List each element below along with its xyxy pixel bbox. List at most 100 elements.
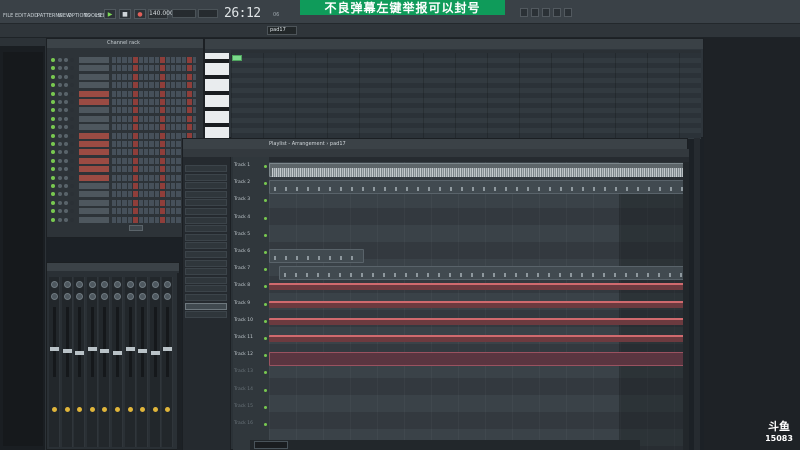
track-mute-led[interactable] — [264, 165, 267, 168]
channel-target-box[interactable] — [70, 150, 74, 155]
pattern-picker-item[interactable] — [185, 268, 227, 276]
channel-row[interactable] — [49, 191, 199, 198]
track-mute-led[interactable] — [264, 251, 267, 254]
channel-volume-knob[interactable] — [64, 133, 68, 138]
mixer-fader-track[interactable] — [103, 307, 107, 377]
channel-row[interactable] — [49, 141, 199, 148]
mixer-fader-handle[interactable] — [163, 347, 173, 351]
channel-volume-knob[interactable] — [64, 83, 68, 88]
channel-enable-led[interactable] — [51, 209, 55, 214]
track-label[interactable]: Track 9 — [234, 301, 260, 306]
channel-row[interactable] — [49, 183, 199, 190]
channel-name-button[interactable] — [79, 191, 109, 198]
channel-volume-knob[interactable] — [64, 217, 68, 222]
mixer-pan-knob[interactable] — [151, 281, 159, 288]
channel-pan-knob[interactable] — [58, 100, 62, 104]
stop-button[interactable]: ■ — [119, 9, 131, 19]
piano-keyboard[interactable] — [205, 53, 229, 139]
mixer-fader-track[interactable] — [116, 307, 119, 377]
channel-row[interactable] — [49, 99, 199, 106]
mixer-fader-handle[interactable] — [50, 347, 59, 351]
channel-enable-led[interactable] — [51, 116, 55, 121]
channel-target-box[interactable] — [70, 66, 74, 71]
track-label[interactable]: Track 11 — [234, 335, 260, 340]
channel-row[interactable] — [49, 199, 199, 207]
pattern-picker-item[interactable] — [185, 259, 227, 267]
mixer-window-icon[interactable] — [553, 8, 561, 17]
channel-enable-led[interactable] — [51, 167, 55, 172]
channel-pan-knob[interactable] — [58, 158, 62, 163]
channel-row[interactable] — [49, 82, 199, 89]
channel-volume-knob[interactable] — [64, 184, 68, 188]
channel-enable-led[interactable] — [51, 142, 55, 146]
track-mute-led[interactable] — [264, 337, 267, 340]
channel-target-box[interactable] — [70, 116, 74, 121]
track-mute-led[interactable] — [264, 319, 267, 323]
mixer-insert-strip[interactable] — [86, 277, 98, 447]
channel-name-button[interactable] — [79, 107, 109, 114]
mixer-pan-knob[interactable] — [76, 281, 84, 288]
channel-target-box[interactable] — [70, 74, 74, 79]
pattern-picker-item[interactable] — [185, 251, 227, 258]
automation-clip[interactable] — [269, 283, 689, 291]
mixer-fader-handle[interactable] — [100, 349, 110, 353]
channel-row[interactable] — [49, 216, 199, 224]
mixer-route-led[interactable] — [52, 407, 57, 412]
channel-volume-knob[interactable] — [64, 74, 68, 79]
mixer-stereo-knob[interactable] — [114, 293, 121, 300]
channel-target-box[interactable] — [70, 133, 74, 138]
channel-pan-knob[interactable] — [58, 142, 62, 146]
channel-row[interactable] — [49, 132, 199, 140]
channel-volume-knob[interactable] — [64, 150, 68, 155]
track-label[interactable]: Track 12 — [234, 352, 260, 357]
mixer-insert-strip[interactable] — [49, 277, 60, 447]
channel-pan-knob[interactable] — [58, 217, 62, 222]
mixer-fader-handle[interactable] — [125, 347, 135, 351]
mixer-insert-strip[interactable] — [61, 277, 73, 447]
channel-pan-knob[interactable] — [58, 108, 62, 113]
record-button[interactable]: ● — [134, 9, 146, 19]
mixer-fader-track[interactable] — [65, 307, 69, 377]
mixer-stereo-knob[interactable] — [101, 293, 109, 300]
mixer-fader-track[interactable] — [141, 307, 145, 377]
pattern-picker-item[interactable] — [185, 285, 227, 293]
pattern-selector[interactable]: pad17 — [267, 26, 297, 35]
mixer-fader-track[interactable] — [53, 307, 56, 377]
step-sequencer[interactable] — [112, 99, 196, 105]
piano-roll-note[interactable] — [232, 55, 242, 61]
channel-pan-knob[interactable] — [58, 167, 62, 172]
channel-enable-led[interactable] — [51, 74, 55, 79]
track-label[interactable]: Track 5 — [234, 232, 260, 237]
song-time-display[interactable]: 26:12 — [224, 6, 261, 21]
channel-enable-led[interactable] — [51, 200, 55, 205]
mixer-route-led[interactable] — [89, 407, 95, 412]
channel-enable-led[interactable] — [51, 158, 55, 163]
channel-target-box[interactable] — [70, 58, 74, 62]
track-label[interactable]: Track 3 — [234, 197, 260, 202]
track-mute-led[interactable] — [264, 199, 267, 203]
channel-row[interactable] — [49, 57, 199, 64]
piano-roll-grid[interactable] — [231, 53, 701, 139]
browser-list[interactable] — [3, 52, 43, 446]
pattern-picker-item[interactable] — [185, 276, 227, 284]
menu-edit[interactable]: EDIT — [15, 13, 27, 19]
mixer-insert-strip[interactable] — [149, 277, 161, 447]
step-sequencer[interactable] — [112, 65, 196, 72]
channel-pan-knob[interactable] — [58, 200, 62, 205]
channel-pan-knob[interactable] — [58, 133, 62, 138]
channel-row[interactable] — [49, 149, 199, 156]
mixer-route-led[interactable] — [77, 407, 83, 412]
channel-target-box[interactable] — [70, 192, 74, 197]
mixer-pan-knob[interactable] — [139, 281, 147, 288]
mixer-stereo-knob[interactable] — [126, 293, 134, 300]
playlist-window-icon[interactable] — [520, 8, 528, 17]
pattern-picker-item[interactable] — [185, 225, 227, 233]
mixer-route-led[interactable] — [115, 407, 120, 412]
mixer-fader-track[interactable] — [166, 307, 170, 377]
channel-row[interactable] — [49, 65, 199, 72]
pattern-picker-item[interactable] — [185, 165, 227, 172]
channel-target-box[interactable] — [70, 184, 74, 188]
pattern-picker-item[interactable] — [185, 199, 227, 207]
playlist-vertical-scrollbar[interactable] — [683, 162, 689, 450]
tempo-display[interactable]: 140.000 — [148, 9, 174, 19]
